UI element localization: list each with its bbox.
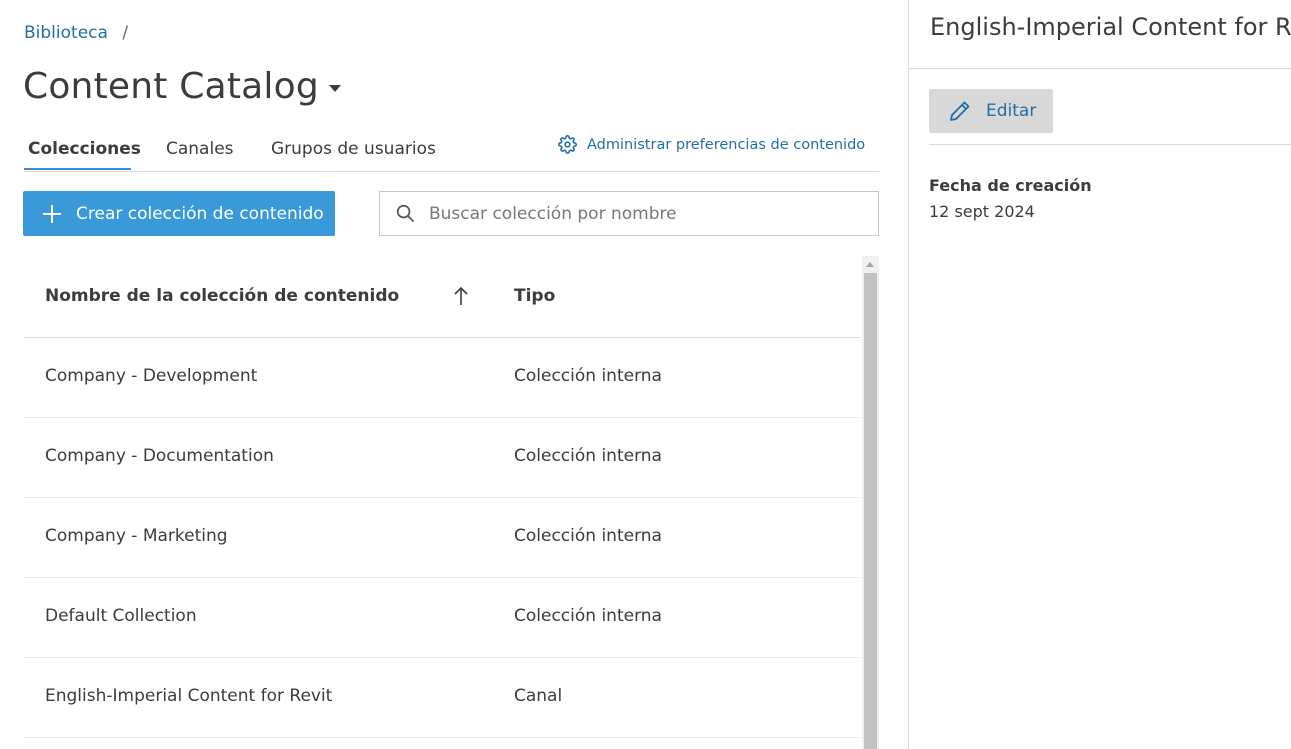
tab-canales[interactable]: Canales [166,139,234,159]
column-header-type[interactable]: Tipo [514,286,555,306]
collections-table: Nombre de la colección de contenido Tipo… [24,256,861,738]
search-input[interactable] [427,202,851,225]
cell-name: English-Imperial Content for Revit [45,686,333,706]
table-row[interactable]: Company - Marketing Colección interna [24,498,861,578]
details-panel: English-Imperial Content for Re Editar F… [909,0,1291,749]
cell-type: Colección interna [514,526,662,546]
details-title: English-Imperial Content for Re [930,13,1291,41]
manage-preferences-label: Administrar preferencias de contenido [587,136,866,153]
details-divider [909,68,1291,69]
scroll-up-arrow-icon[interactable] [866,262,874,267]
tab-colecciones[interactable]: Colecciones [28,139,141,159]
plus-icon [43,204,61,223]
create-collection-label: Crear colección de contenido [76,203,324,224]
creation-date-value: 12 sept 2024 [929,202,1035,221]
create-collection-button[interactable]: Crear colección de contenido [23,191,335,236]
search-icon [396,204,415,223]
breadcrumb-separator: / [122,23,129,43]
table-row[interactable]: Company - Documentation Colección intern… [24,418,861,498]
sort-ascending-icon[interactable] [453,286,469,306]
page-title-row: Content Catalog [23,66,341,107]
manage-preferences-link[interactable]: Administrar preferencias de contenido [558,135,865,154]
column-header-name[interactable]: Nombre de la colección de contenido [45,286,399,306]
details-divider [929,144,1291,145]
main-panel: Biblioteca / Content Catalog Colecciones… [0,0,908,749]
cell-type: Colección interna [514,606,662,626]
search-box [379,191,879,236]
breadcrumb: Biblioteca / [24,23,128,43]
edit-label: Editar [986,101,1037,121]
tab-grupos-de-usuarios[interactable]: Grupos de usuarios [271,139,436,159]
table-row[interactable]: Company - Development Colección interna [24,338,861,418]
caret-down-icon[interactable] [328,85,341,92]
edit-button[interactable]: Editar [929,89,1053,133]
cell-name: Company - Development [45,366,258,386]
cell-name: Company - Marketing [45,526,228,546]
creation-date-label: Fecha de creación [929,176,1092,195]
table-row[interactable]: English-Imperial Content for Revit Canal [24,658,861,738]
active-tab-indicator [24,168,131,170]
page-title: Content Catalog [23,66,319,107]
table-scrollbar[interactable] [862,256,879,749]
cell-type: Canal [514,686,563,706]
cell-type: Colección interna [514,366,662,386]
table-header: Nombre de la colección de contenido Tipo [24,256,861,338]
cell-name: Default Collection [45,606,197,626]
cell-name: Company - Documentation [45,446,274,466]
scrollbar-thumb[interactable] [864,273,877,749]
gear-icon [558,135,577,154]
pencil-icon [950,101,970,121]
cell-type: Colección interna [514,446,662,466]
breadcrumb-link-biblioteca[interactable]: Biblioteca [24,23,108,43]
table-row[interactable]: Default Collection Colección interna [24,578,861,658]
